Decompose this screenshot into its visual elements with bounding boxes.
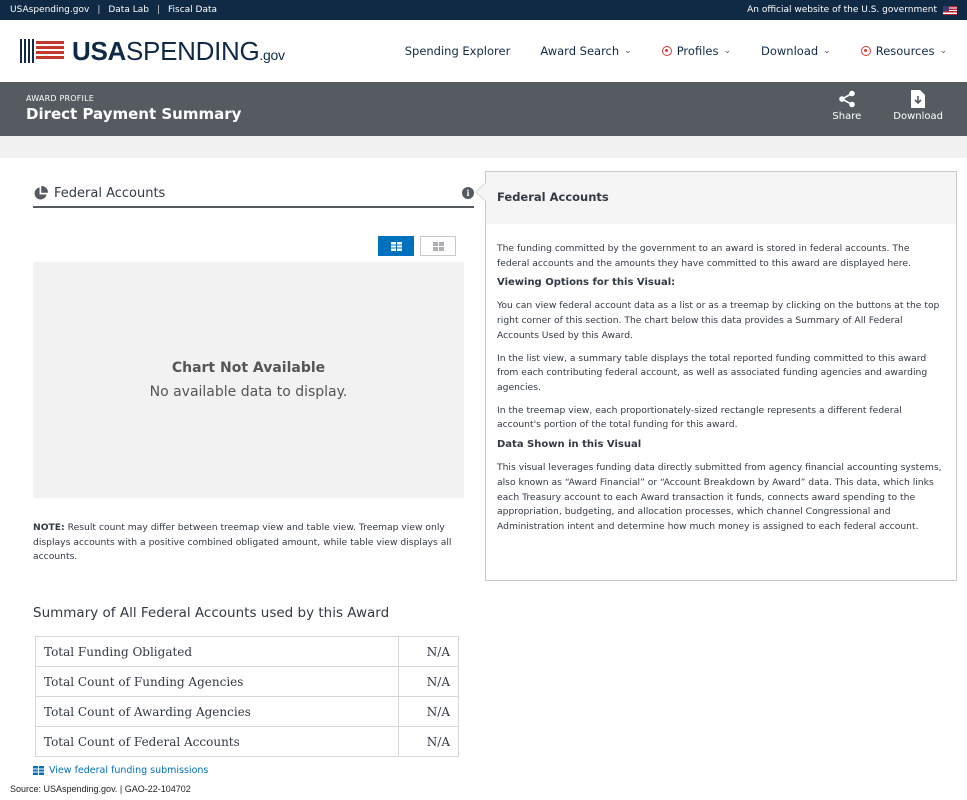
panel-paragraph: The funding committed by the government … xyxy=(497,243,911,269)
us-flag-icon xyxy=(943,5,957,15)
pie-chart-icon xyxy=(34,185,48,200)
summary-title: Summary of All Federal Accounts used by … xyxy=(33,605,390,621)
site-header: USASPENDING.gov Spending Explorer Award … xyxy=(0,20,967,82)
table-icon xyxy=(33,766,44,775)
chevron-down-icon: ⌄ xyxy=(624,46,632,56)
nav-label: Spending Explorer xyxy=(404,44,511,58)
panel-body: The funding committed by the government … xyxy=(486,224,956,535)
row-value: N/A xyxy=(398,636,459,667)
chevron-down-icon: ⌄ xyxy=(723,46,731,56)
panel-paragraph: In the list view, a summary table displa… xyxy=(497,352,928,394)
page-actions: Share Download xyxy=(832,90,943,122)
banner-link-usaspending[interactable]: USAspending.gov xyxy=(10,5,89,15)
panel-subheading: Viewing Options for this Visual: xyxy=(497,277,676,289)
nav-resources[interactable]: Resources ⌄ xyxy=(860,44,947,58)
submissions-link-text: View federal funding submissions xyxy=(49,765,209,776)
share-button[interactable]: Share xyxy=(832,90,861,122)
nav-profiles[interactable]: Profiles ⌄ xyxy=(661,44,731,58)
nav-label: Profiles xyxy=(676,44,719,58)
official-site-notice[interactable]: An official website of the U.S. governme… xyxy=(747,5,957,15)
info-icon[interactable]: i xyxy=(462,187,474,199)
row-value: N/A xyxy=(398,726,459,757)
note-text: Result count may differ between treemap … xyxy=(33,522,452,563)
chart-na-message: No available data to display. xyxy=(149,384,348,400)
row-value: N/A xyxy=(398,696,459,727)
nav-label: Resources xyxy=(875,44,935,58)
target-icon xyxy=(661,46,672,56)
flag-logo-icon xyxy=(20,39,64,63)
table-icon xyxy=(390,241,402,251)
banner-link-fiscal-data[interactable]: Fiscal Data xyxy=(168,5,217,15)
gov-banner: USAspending.gov | Data Lab | Fiscal Data… xyxy=(0,0,967,20)
chevron-down-icon: ⌄ xyxy=(939,46,947,56)
banner-separator: | xyxy=(97,5,101,15)
treemap-note: NOTE: Result count may differ between tr… xyxy=(33,521,463,565)
banner-link-data-lab[interactable]: Data Lab xyxy=(108,5,149,15)
nav-label: Download xyxy=(761,44,819,58)
banner-separator: | xyxy=(156,5,160,15)
share-label: Share xyxy=(832,111,862,122)
section-title: Federal Accounts xyxy=(54,185,166,201)
panel-subheading: Data Shown in this Visual xyxy=(497,439,642,451)
nav-download[interactable]: Download ⌄ xyxy=(761,44,831,58)
view-toggle xyxy=(378,236,456,256)
nav-award-search[interactable]: Award Search ⌄ xyxy=(540,44,631,58)
panel-title: Federal Accounts xyxy=(486,172,956,224)
page-title: Direct Payment Summary xyxy=(26,105,242,123)
main-nav: Spending Explorer Award Search ⌄ Profile… xyxy=(405,44,947,58)
download-button[interactable]: Download xyxy=(893,90,943,122)
chevron-down-icon: ⌄ xyxy=(823,46,831,56)
nav-label: Award Search xyxy=(540,44,620,58)
summary-table: Total Funding Obligated N/A Total Count … xyxy=(35,636,459,757)
section-spacer xyxy=(0,136,967,158)
view-submissions-link[interactable]: View federal funding submissions xyxy=(33,765,208,776)
chart-placeholder: Chart Not Available No available data to… xyxy=(33,262,464,498)
table-view-button[interactable] xyxy=(378,236,414,256)
official-site-text: An official website of the U.S. governme… xyxy=(747,5,937,15)
treemap-icon xyxy=(432,241,444,251)
page-title-bar: AWARD PROFILE Direct Payment Summary Sha… xyxy=(0,82,967,136)
row-label: Total Count of Federal Accounts xyxy=(35,726,399,757)
row-label: Total Count of Funding Agencies xyxy=(35,666,399,697)
row-label: Total Funding Obligated xyxy=(35,636,399,667)
download-label: Download xyxy=(893,111,943,122)
banner-links: USAspending.gov | Data Lab | Fiscal Data xyxy=(10,5,217,15)
treemap-view-button[interactable] xyxy=(420,236,456,256)
nav-spending-explorer[interactable]: Spending Explorer xyxy=(405,44,511,58)
panel-paragraph: This visual leverages funding data direc… xyxy=(497,462,942,533)
table-row: Total Count of Awarding Agencies N/A xyxy=(35,696,459,727)
share-icon xyxy=(839,90,855,108)
chart-na-title: Chart Not Available xyxy=(171,360,326,376)
federal-accounts-info-panel: Federal Accounts The funding committed b… xyxy=(475,171,957,581)
page-eyebrow: AWARD PROFILE xyxy=(26,94,94,103)
panel-paragraph: In the treemap view, each proportionatel… xyxy=(497,404,902,431)
logo-wordmark: USASPENDING.gov xyxy=(72,35,285,66)
panel-paragraph: You can view federal account data as a l… xyxy=(497,300,940,341)
row-value: N/A xyxy=(398,666,459,697)
row-label: Total Count of Awarding Agencies xyxy=(35,696,399,727)
site-logo[interactable]: USASPENDING.gov xyxy=(20,36,285,67)
note-label: NOTE: xyxy=(33,522,65,533)
file-download-icon xyxy=(911,90,926,108)
federal-accounts-header: Federal Accounts i xyxy=(33,180,474,208)
table-row: Total Funding Obligated N/A xyxy=(35,636,459,667)
source-caption: Source: USAspending.gov. | GAO-22-104702 xyxy=(10,784,191,794)
table-row: Total Count of Funding Agencies N/A xyxy=(35,666,459,697)
target-icon xyxy=(860,46,871,56)
table-row: Total Count of Federal Accounts N/A xyxy=(35,726,459,757)
